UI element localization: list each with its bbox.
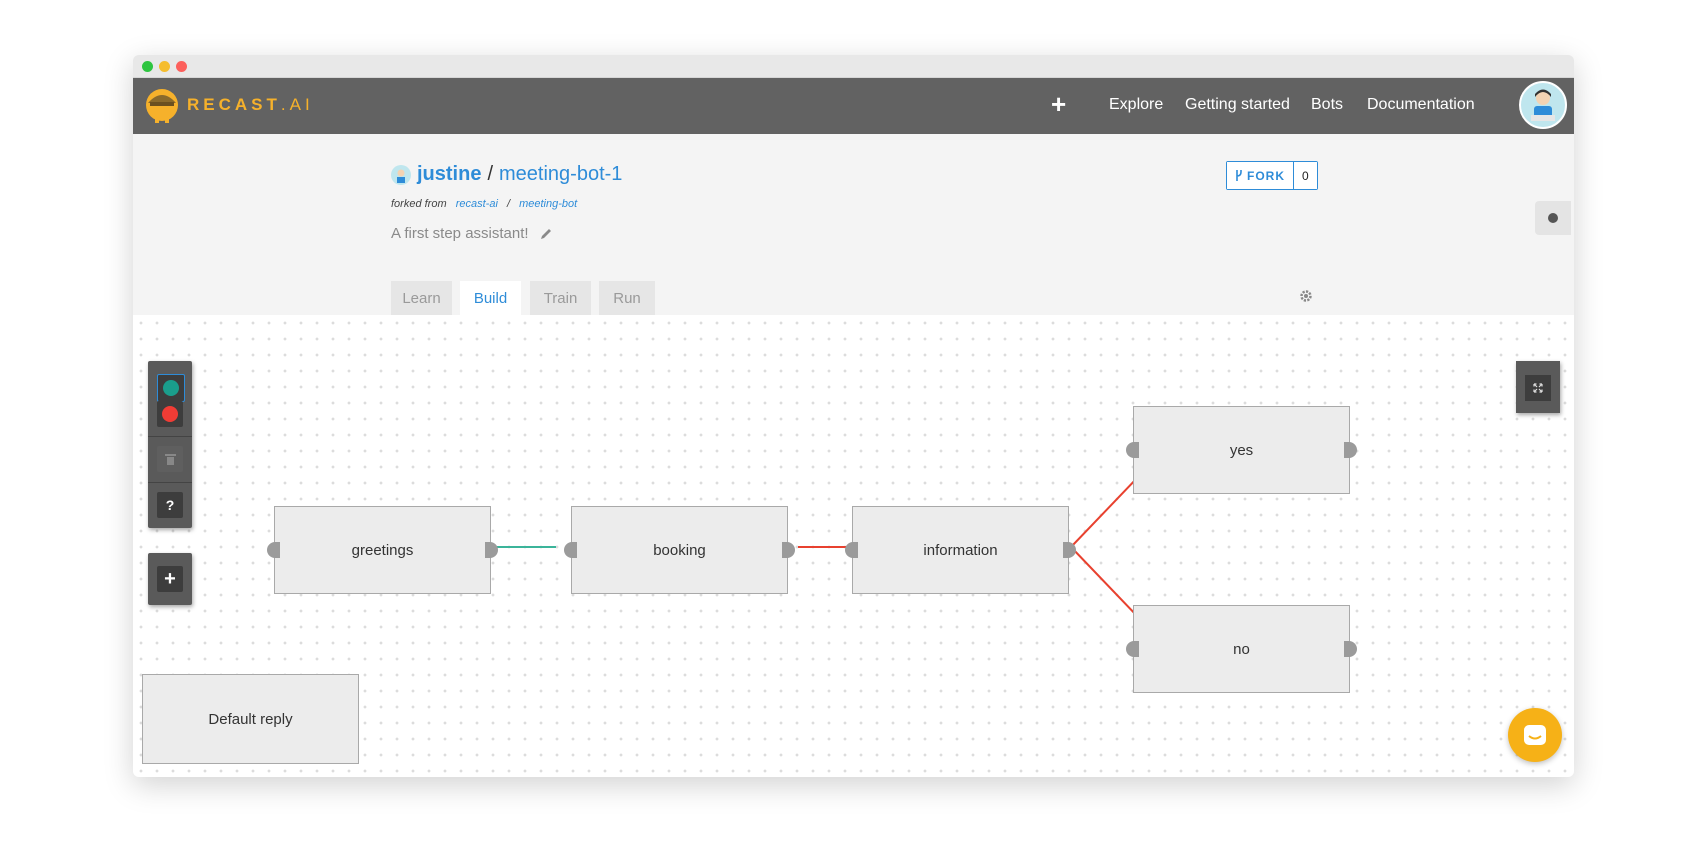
fork-count: 0	[1293, 162, 1317, 189]
top-navbar: RECAST.AI + Explore Getting started Bots…	[133, 78, 1574, 134]
fork-label: FORK	[1227, 162, 1293, 189]
add-node-button[interactable]: +	[157, 566, 183, 592]
input-port[interactable]	[845, 542, 858, 558]
node-label: booking	[653, 541, 706, 559]
node-label: greetings	[351, 541, 414, 559]
trash-icon	[164, 454, 176, 465]
robot-logo-icon	[146, 89, 178, 123]
tab-build[interactable]: Build	[460, 281, 521, 315]
help-button[interactable]: ?	[157, 492, 183, 518]
minimize-dot[interactable]	[159, 61, 170, 72]
forked-separator: /	[506, 198, 511, 210]
node-booking[interactable]: booking	[564, 506, 795, 594]
node-information[interactable]: information	[845, 506, 1076, 594]
maximize-dot[interactable]	[142, 61, 153, 72]
input-port[interactable]	[564, 542, 577, 558]
browser-window: RECAST.AI + Explore Getting started Bots…	[133, 55, 1574, 777]
create-plus-button[interactable]: +	[1051, 89, 1066, 120]
forked-from: forked from recast-ai / meeting-bot	[391, 198, 577, 210]
bot-title: justine / meeting-bot-1	[391, 163, 622, 186]
chat-bubble-icon	[1548, 213, 1558, 223]
nav-bots[interactable]: Bots	[1311, 96, 1343, 114]
node-label: no	[1233, 640, 1250, 658]
node-label: yes	[1229, 441, 1254, 459]
nav-documentation[interactable]: Documentation	[1367, 96, 1475, 114]
expand-icon	[1533, 383, 1543, 393]
red-circle-icon	[162, 406, 178, 422]
forked-label: forked from	[391, 198, 447, 210]
start-node-tool[interactable]	[157, 374, 185, 402]
owner-avatar-icon	[391, 164, 411, 185]
bot-description: A first step assistant!	[391, 225, 553, 242]
description-text: A first step assistant!	[391, 225, 529, 242]
title-bar	[133, 55, 1574, 78]
edit-pencil-icon[interactable]	[539, 227, 553, 241]
fullscreen-button[interactable]	[1525, 375, 1551, 401]
brand-name: RECAST.AI	[187, 95, 314, 114]
node-toolbox: ?	[148, 361, 192, 528]
tab-run[interactable]: Run	[599, 281, 655, 315]
bot-name-link[interactable]: meeting-bot-1	[499, 163, 622, 186]
forked-repo-link[interactable]: meeting-bot	[519, 198, 577, 210]
toolbox-divider	[148, 482, 192, 483]
node-no[interactable]: no	[1126, 605, 1357, 693]
build-canvas[interactable]: ? + greetings booking information yes no…	[133, 315, 1574, 777]
recast-logo[interactable]: RECAST.AI	[145, 87, 314, 123]
user-avatar[interactable]	[1519, 81, 1567, 129]
close-dot[interactable]	[176, 61, 187, 72]
input-port[interactable]	[267, 542, 280, 558]
tab-train[interactable]: Train	[530, 281, 591, 315]
add-toolbox: +	[148, 553, 192, 605]
nav-getting-started[interactable]: Getting started	[1185, 96, 1290, 114]
fork-button[interactable]: FORK 0	[1226, 161, 1318, 190]
forked-owner-link[interactable]: recast-ai	[456, 198, 498, 210]
title-separator: /	[487, 163, 494, 185]
input-port[interactable]	[1126, 442, 1139, 458]
input-port[interactable]	[1126, 641, 1139, 657]
node-label: information	[923, 541, 998, 559]
nav-explore[interactable]: Explore	[1109, 96, 1163, 114]
node-yes[interactable]: yes	[1126, 406, 1357, 494]
default-reply-node[interactable]: Default reply	[142, 674, 359, 764]
chat-side-button[interactable]	[1535, 201, 1571, 235]
intercom-chat-button[interactable]	[1508, 708, 1562, 762]
toolbox-divider	[148, 436, 192, 437]
delete-tool[interactable]	[157, 446, 183, 472]
end-node-tool[interactable]	[157, 401, 183, 427]
owner-link[interactable]: justine	[417, 163, 481, 186]
user-avatar-icon	[1531, 89, 1555, 121]
fullscreen-toolbox	[1516, 361, 1560, 413]
tab-learn[interactable]: Learn	[391, 281, 452, 315]
chat-launcher-icon	[1524, 725, 1546, 745]
settings-gear-icon[interactable]	[1299, 289, 1313, 303]
fork-icon	[1236, 170, 1242, 181]
green-circle-icon	[163, 380, 179, 396]
node-greetings[interactable]: greetings	[267, 506, 498, 594]
